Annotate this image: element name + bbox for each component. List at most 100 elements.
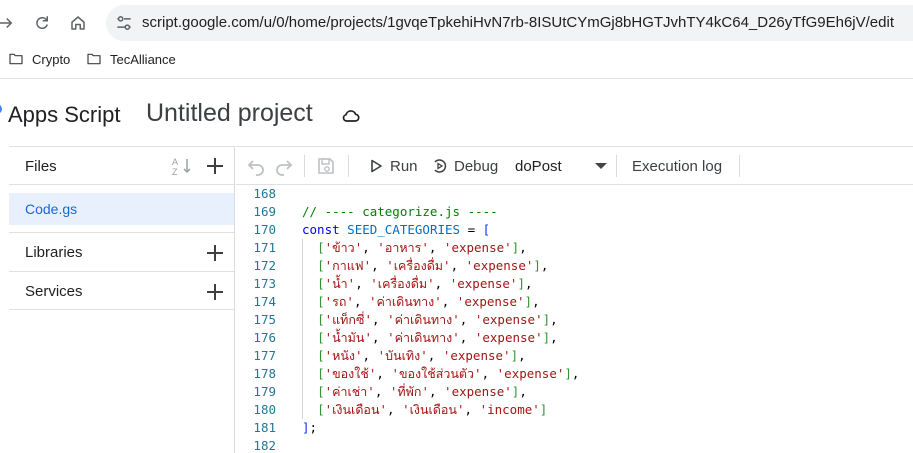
code-token: SEED_CATEGORIES [347, 222, 461, 237]
add-service-plus-icon[interactable] [205, 282, 225, 302]
url-text: script.google.com/u/0/home/projects/1gvq… [142, 14, 894, 31]
code-token: 'ของใช้' [324, 366, 377, 381]
line-number: 171 [253, 240, 276, 255]
code-line[interactable]: 173 ['น้ำ', 'เครื่องดื่ม', 'expense'], [236, 275, 913, 293]
app-header: Apps Script Untitled project [0, 78, 913, 146]
code-line[interactable]: 170 const SEED_CATEGORIES = [ [236, 221, 913, 239]
line-number: 180 [253, 402, 276, 417]
code-token: , [524, 276, 533, 291]
add-file-plus-icon[interactable] [205, 156, 225, 176]
code-token: 'ข้าว' [324, 240, 363, 255]
code-token: 'ที่พัก' [389, 384, 429, 399]
toolbar-divider [348, 155, 349, 177]
run-button[interactable]: Run [368, 153, 418, 179]
code-token: , [427, 348, 443, 363]
code-text: ]; [302, 419, 317, 437]
line-number: 175 [253, 312, 276, 327]
code-token: ] [539, 402, 548, 417]
code-line[interactable]: 178 ['ของใช้', 'ของใช้ส่วนตัว', 'expense… [236, 365, 913, 383]
code-token: 'อาหาร' [377, 240, 429, 255]
site-settings-icon[interactable] [114, 13, 134, 33]
code-token: 'expense' [496, 366, 565, 381]
toolbar-divider [304, 155, 305, 177]
code-line[interactable]: 174 ['รถ', 'ค่าเดินทาง', 'expense'], [236, 293, 913, 311]
forward-arrow-icon[interactable] [0, 11, 18, 35]
code-line[interactable]: 177 ['หนัง', 'บันเทิง', 'expense'], [236, 347, 913, 365]
code-token: [ [317, 330, 325, 345]
undo-icon[interactable] [246, 156, 266, 176]
code-token: [ [317, 366, 325, 381]
toolbar-divider [616, 155, 617, 177]
code-token: , [450, 258, 466, 273]
code-token: const [302, 222, 340, 237]
code-token: 'ของใช้ส่วนตัว' [391, 366, 482, 381]
code-token: ] [542, 312, 551, 327]
code-line[interactable]: 169 // ---- categorize.js ---- [236, 203, 913, 221]
debug-button[interactable]: Debug [432, 153, 498, 179]
code-line[interactable]: 179 ['ค่าเช่า', 'ที่พัก', 'expense'], [236, 383, 913, 401]
bookmark-tecalliance[interactable]: TecAlliance [86, 51, 176, 67]
code-line[interactable]: 180 ['เงินเดือน', 'เงินเดือน', 'income'] [236, 401, 913, 419]
code-text: ['เงินเดือน', 'เงินเดือน', 'income'] [302, 401, 547, 419]
code-token: [ [482, 222, 491, 237]
code-token: ] [542, 330, 551, 345]
code-token: 'income' [479, 402, 540, 417]
code-line[interactable]: 182 [236, 437, 913, 453]
code-token: [ [317, 384, 325, 399]
bookmark-crypto[interactable]: Crypto [8, 51, 70, 67]
bookmark-label: TecAlliance [110, 51, 176, 67]
code-line[interactable]: 176 ['น้ำมัน', 'ค่าเดินทาง', 'expense'], [236, 329, 913, 347]
code-line[interactable]: 172 ['กาแฟ', 'เครื่องดื่ม', 'expense'], [236, 257, 913, 275]
code-text: ['น้ำ', 'เครื่องดื่ม', 'expense'], [302, 275, 533, 293]
project-title[interactable]: Untitled project [146, 99, 313, 128]
code-token: 'น้ำมัน' [324, 330, 372, 345]
code-token: 'เงินเดือน' [324, 402, 388, 417]
code-token: 'แท็กซี่' [324, 312, 372, 327]
code-token: 'expense' [474, 312, 543, 327]
code-token: , [532, 294, 540, 309]
code-token: [ [317, 348, 325, 363]
code-token: 'เงินเดือน' [402, 402, 465, 417]
file-item-code-gs[interactable]: Code.gs [9, 193, 234, 225]
code-token: , [353, 294, 369, 309]
code-token: [ [317, 312, 325, 327]
files-header: Files A Z [9, 146, 234, 185]
function-select[interactable]: doPost [515, 153, 607, 179]
code-token: , [441, 294, 457, 309]
code-token: [ [317, 240, 325, 255]
code-line[interactable]: 171 ['ข้าว', 'อาหาร', 'expense'], [236, 239, 913, 257]
add-library-plus-icon[interactable] [205, 243, 225, 263]
code-editor[interactable]: 168 169 // ---- categorize.js ---- 170 const… [236, 185, 913, 453]
code-token: 'expense' [443, 240, 512, 255]
code-line[interactable]: 181]; [236, 419, 913, 437]
code-token: 'ค่าเดินทาง' [387, 312, 460, 327]
sort-az-icon[interactable]: A Z [171, 156, 193, 176]
reload-icon[interactable] [30, 11, 54, 35]
apps-script-logo-icon[interactable] [0, 104, 2, 114]
execution-log-button[interactable]: Execution log [632, 153, 722, 179]
app-name[interactable]: Apps Script [8, 102, 121, 128]
code-text: ['ค่าเช่า', 'ที่พัก', 'expense'], [302, 383, 527, 401]
code-line[interactable]: 168 [236, 185, 913, 203]
play-icon [371, 159, 382, 173]
folder-icon [87, 53, 101, 65]
redo-icon[interactable] [274, 156, 294, 176]
home-icon[interactable] [66, 11, 90, 35]
code-token: , [519, 384, 527, 399]
save-icon[interactable] [316, 156, 336, 176]
code-token: , [376, 366, 392, 381]
code-line[interactable]: 175 ['แท็กซี่', 'ค่าเดินทาง', 'expense']… [236, 311, 913, 329]
line-number: 178 [253, 366, 276, 381]
code-token: 'เครื่องดื่ม' [370, 276, 435, 291]
code-token: , [371, 258, 387, 273]
code-token: , [550, 330, 558, 345]
debug-label: Debug [454, 157, 499, 175]
line-number: 172 [253, 258, 276, 273]
address-bar[interactable]: script.google.com/u/0/home/projects/1gvq… [106, 5, 913, 41]
